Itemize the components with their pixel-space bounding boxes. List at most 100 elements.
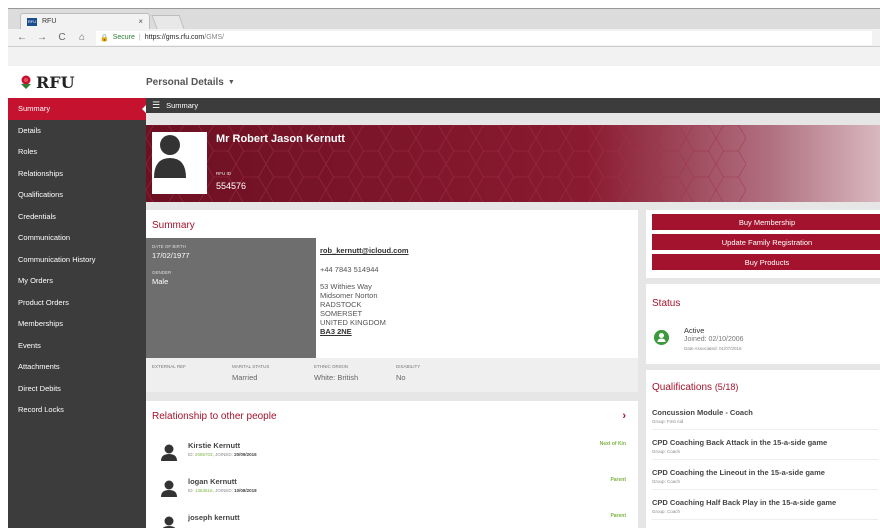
app-header: RFU Personal Details ▼ [8,66,880,98]
email-link[interactable]: rob_kernutt@icloud.com [320,246,409,255]
tab-strip: RFU RFU × [8,9,880,29]
sidebar-item-attachments[interactable]: Attachments [8,356,146,378]
sidebar-item-memberships[interactable]: Memberships [8,313,146,335]
update-family-registration-button[interactable]: Update Family Registration [652,234,880,250]
buy-membership-button[interactable]: Buy Membership [652,214,880,230]
relationship-row[interactable]: Kirstie Kernutt ID: 2085703, JOINED: 20/… [160,439,626,469]
marital-status-value: Married [232,373,258,382]
reload-icon[interactable]: C [56,32,68,43]
hamburger-menu-icon[interactable]: ☰ [152,100,160,111]
relationship-joined: 20/09/2016 [234,452,257,457]
back-arrow-icon[interactable]: ← [16,32,28,43]
browser-tab[interactable]: RFU RFU × [20,13,150,29]
relationship-name: logan Kernutt [188,477,237,486]
buy-products-button[interactable]: Buy Products [652,254,880,270]
relationship-row[interactable]: joseph kernutt Parent [160,511,626,528]
person-icon [162,516,176,528]
sidebar-item-record-locks[interactable]: Record Locks [8,399,146,421]
postcode-link[interactable]: BA3 2NE [320,327,409,336]
page-title: Personal Details [146,76,224,88]
relationship-name: joseph kernutt [188,513,240,522]
qualification-name: CPD Coaching Back Attack in the 15-a-sid… [652,438,828,447]
person-silhouette-icon [154,135,186,178]
sidebar-item-roles[interactable]: Roles [8,141,146,163]
qualification-item[interactable]: CPD Coaching Half Back Play in the 15-a-… [652,492,878,520]
url-separator: | [138,34,141,41]
tab-title: RFU [42,18,57,25]
caret-down-icon: ▼ [227,78,235,86]
dob-value: 17/02/1977 [152,251,190,260]
sidebar-item-credentials[interactable]: Credentials [8,206,146,228]
sidebar-item-summary[interactable]: Summary [8,98,147,120]
summary-title: Summary [152,220,195,231]
new-tab-button[interactable] [151,15,185,29]
forward-arrow-icon[interactable]: → [36,32,48,43]
sidebar-item-direct-debits[interactable]: Direct Debits [8,378,146,400]
url-host: https://gms.rfu.com [144,34,205,41]
rfu-logo[interactable]: RFU [8,73,146,92]
relationship-id-label: ID: [188,488,194,493]
person-name: Mr Robert Jason Kernutt [216,133,345,145]
gender-value: Male [152,277,169,286]
ethnic-origin-field: ETHNIC ORIGIN White: British [314,364,358,382]
rfu-id: 554576 [216,181,247,191]
relationships-card: Relationship to other people › Kirstie K… [146,401,638,528]
status-joined: Joined: 02/10/2006 [684,336,744,343]
qualification-item[interactable]: Concussion Module - Coach Group: First A… [652,402,878,430]
home-icon[interactable]: ⌂ [76,32,88,43]
close-icon[interactable]: × [138,17,143,26]
summary-card: Summary DATE OF BIRTH 17/02/1977 GENDER … [146,210,638,392]
external-ref-field: EXTERNAL REF [152,364,186,373]
lock-icon: 🔒 [100,34,109,42]
relationship-id-label: ID: [188,452,194,457]
status-state: Active [684,326,705,335]
relationship-name: Kirstie Kernutt [188,441,241,450]
dob-label: DATE OF BIRTH [152,244,186,249]
sidebar-item-communication[interactable]: Communication [8,227,146,249]
sub-header-title: Summary [166,101,199,110]
sidebar-item-product-orders[interactable]: Product Orders [8,292,146,314]
address-bar[interactable]: 🔒 Secure | https://gms.rfu.com /GMS/ [96,30,872,45]
address-line-4: SOMERSET [320,309,363,318]
phone-number: +44 7843 514944 [320,265,379,274]
sidebar-item-communication-history[interactable]: Communication History [8,249,146,271]
qualification-item[interactable]: CPD Coaching Back Attack in the 15-a-sid… [652,432,878,460]
qualification-group: Group: Coach [652,479,681,484]
sidebar-item-relationships[interactable]: Relationships [8,163,146,185]
qualifications-title[interactable]: Qualifications (5/18) [652,382,738,393]
address-row: ← → C ⌂ 🔒 Secure | https://gms.rfu.com /… [8,29,880,47]
sidebar-item-details[interactable]: Details [8,120,146,142]
browser-chrome: RFU RFU × ← → C ⌂ 🔒 Secure | https://gms… [8,8,880,66]
relationship-joined: 10/08/2018 [234,488,257,493]
address-line-1: 53 Withies Way [320,282,372,291]
relationship-row[interactable]: logan Kernutt ID: 1363816, JOINED: 10/08… [160,475,626,505]
qualification-item[interactable]: CPD Coaching the Lineout in the 15-a-sid… [652,462,878,490]
sidebar: Summary Details Roles Relationships Qual… [8,98,147,528]
status-associated: Date Associated: 01/07/2016 [684,346,742,351]
personal-info-panel: DATE OF BIRTH 17/02/1977 GENDER Male [146,238,316,358]
qualification-name: Concussion Module - Coach [652,408,753,417]
logo-text: RFU [36,72,75,92]
qualification-group: Group: Coach [652,449,681,454]
sidebar-item-qualifications[interactable]: Qualifications [8,184,146,206]
address-line-2: Midsomer Norton [320,291,378,300]
summary-footer: EXTERNAL REF MARITAL STATUS Married ETHN… [146,358,638,392]
relationship-type: Parent [610,477,626,483]
gender-label: GENDER [152,270,172,275]
profile-avatar[interactable] [152,132,207,194]
person-icon [161,480,177,497]
status-title: Status [652,298,681,309]
secure-label: Secure [112,34,135,41]
relationship-id: 2085703 [195,452,213,457]
qualification-name: CPD Coaching the Lineout in the 15-a-sid… [652,468,825,477]
sidebar-item-my-orders[interactable]: My Orders [8,270,146,292]
relationship-joined-label: JOINED: [215,488,233,493]
marital-status-field: MARITAL STATUS Married [232,364,269,382]
qualification-group: Group: First Aid [652,419,684,424]
disability-value: No [396,373,406,382]
page-title-dropdown[interactable]: Personal Details ▼ [146,77,235,88]
chevron-right-icon[interactable]: › [622,410,626,422]
relationship-type: Parent [610,513,626,519]
sidebar-item-events[interactable]: Events [8,335,146,357]
rose-icon [21,75,31,89]
